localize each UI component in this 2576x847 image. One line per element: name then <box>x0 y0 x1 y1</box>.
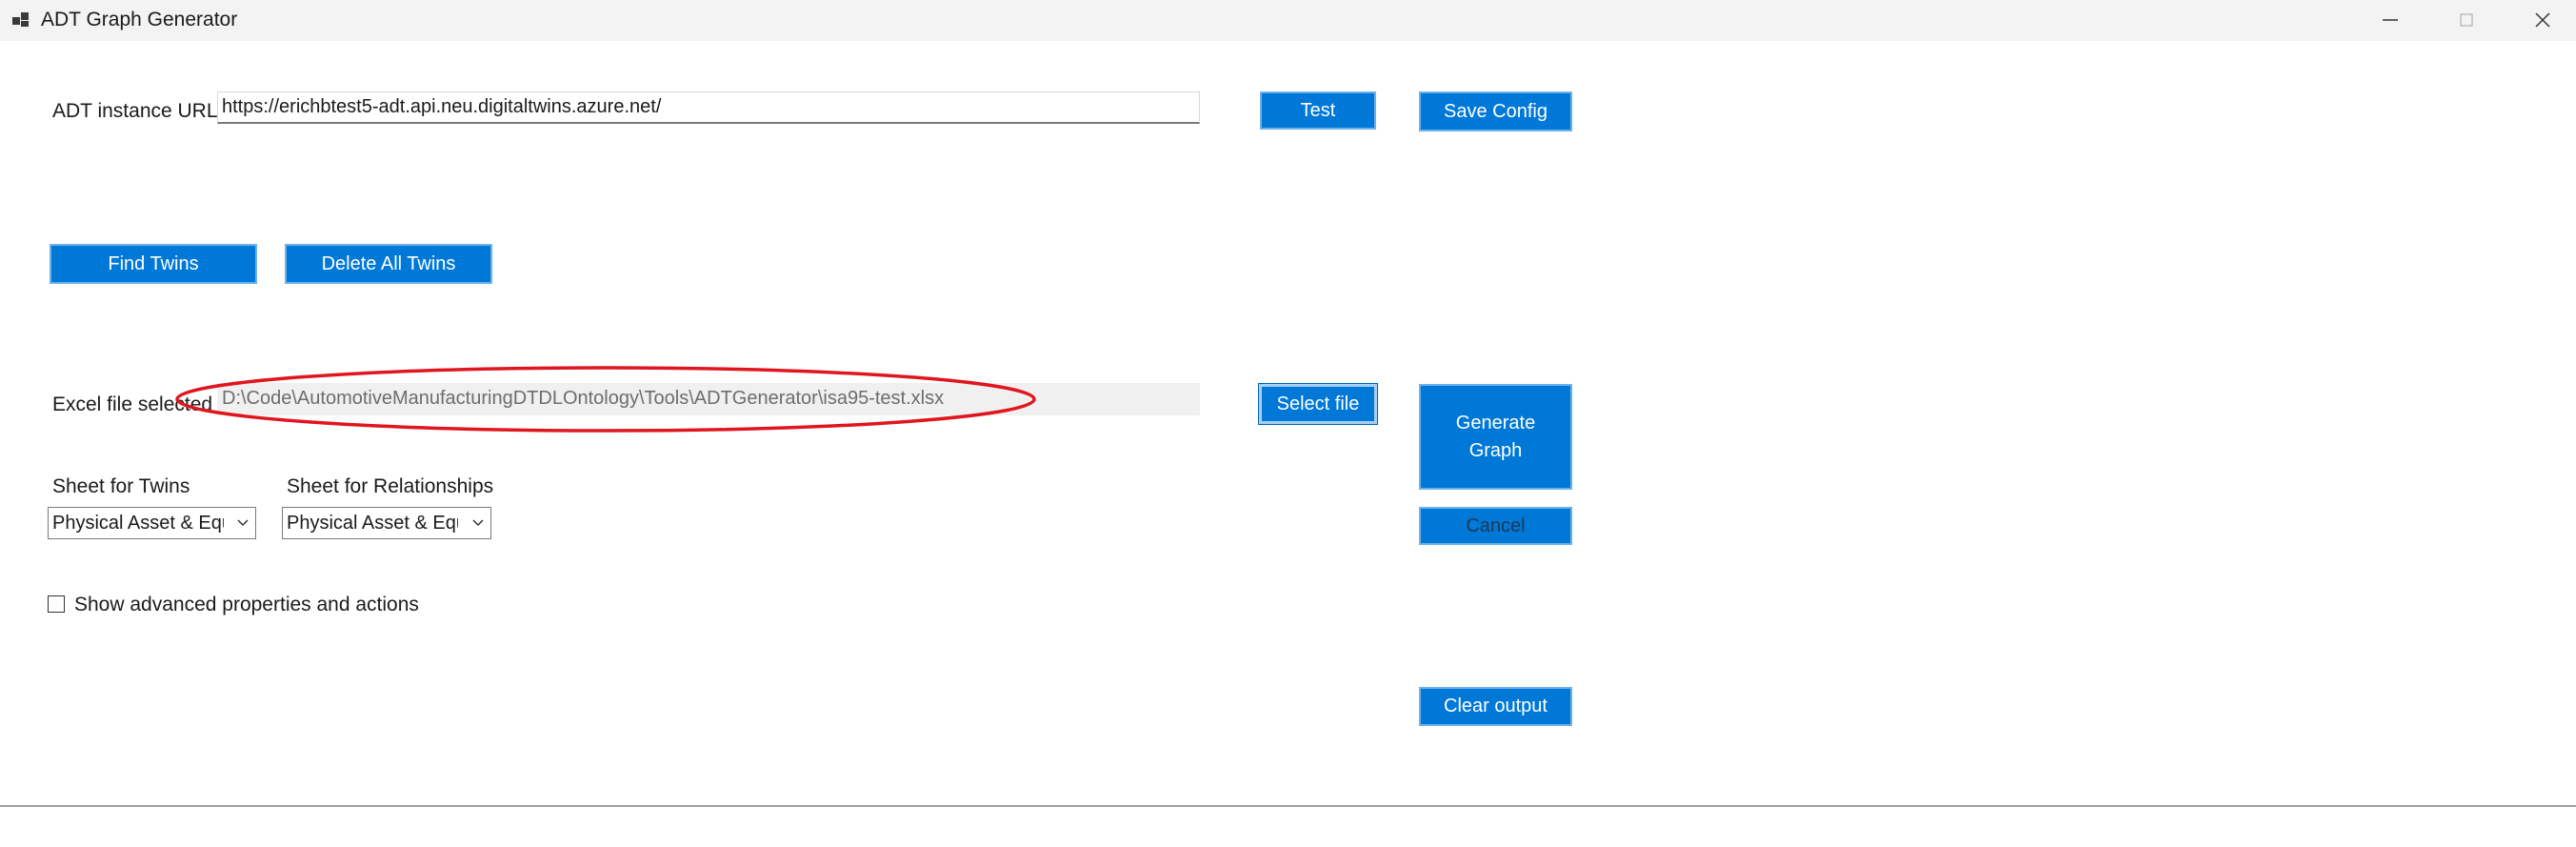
select-file-button[interactable]: Select file <box>1258 383 1378 425</box>
close-button[interactable] <box>2505 0 2576 41</box>
advanced-checkbox[interactable] <box>48 595 65 613</box>
minimize-button[interactable] <box>2352 0 2428 41</box>
minimize-icon <box>2383 19 2398 21</box>
generate-graph-button[interactable]: Generate Graph <box>1419 384 1572 490</box>
sheet-twins-label: Sheet for Twins <box>52 475 190 497</box>
advanced-checkbox-label[interactable]: Show advanced properties and actions <box>74 593 419 617</box>
app-window-icon <box>12 12 29 27</box>
cancel-button[interactable]: Cancel <box>1419 507 1572 545</box>
sheet-twins-dropdown[interactable]: Physical Asset & Equipment <box>48 507 256 539</box>
sheet-relationships-label: Sheet for Relationships <box>287 475 494 497</box>
maximize-icon <box>2460 13 2473 27</box>
chevron-down-icon <box>237 519 249 527</box>
chevron-down-icon <box>472 519 484 527</box>
sheet-relationships-dropdown[interactable]: Physical Asset & Equipment <box>282 507 491 539</box>
generate-graph-label-line1: Generate <box>1455 412 1536 434</box>
close-icon <box>2535 12 2550 28</box>
delete-all-twins-button[interactable]: Delete All Twins <box>285 244 492 284</box>
sheet-relationships-value: Physical Asset & Equipment <box>287 513 458 534</box>
generate-graph-label-line2: Graph <box>1468 439 1523 461</box>
window-title: ADT Graph Generator <box>41 9 238 30</box>
sheet-twins-value: Physical Asset & Equipment <box>52 513 224 534</box>
title-bar: ADT Graph Generator <box>0 0 2576 41</box>
save-config-button[interactable]: Save Config <box>1419 91 1572 131</box>
output-divider <box>0 805 2576 807</box>
test-button[interactable]: Test <box>1260 91 1376 130</box>
maximize-button[interactable] <box>2428 0 2505 41</box>
url-label: ADT instance URL <box>52 100 218 122</box>
url-input[interactable]: https://erichbtest5-adt.api.neu.digitalt… <box>217 91 1200 124</box>
app-window: ADT Graph Generator ADT instance URL htt… <box>0 0 2576 847</box>
clear-output-button[interactable]: Clear output <box>1419 687 1572 726</box>
annotation-ellipse <box>175 366 1036 433</box>
find-twins-button[interactable]: Find Twins <box>50 244 257 284</box>
